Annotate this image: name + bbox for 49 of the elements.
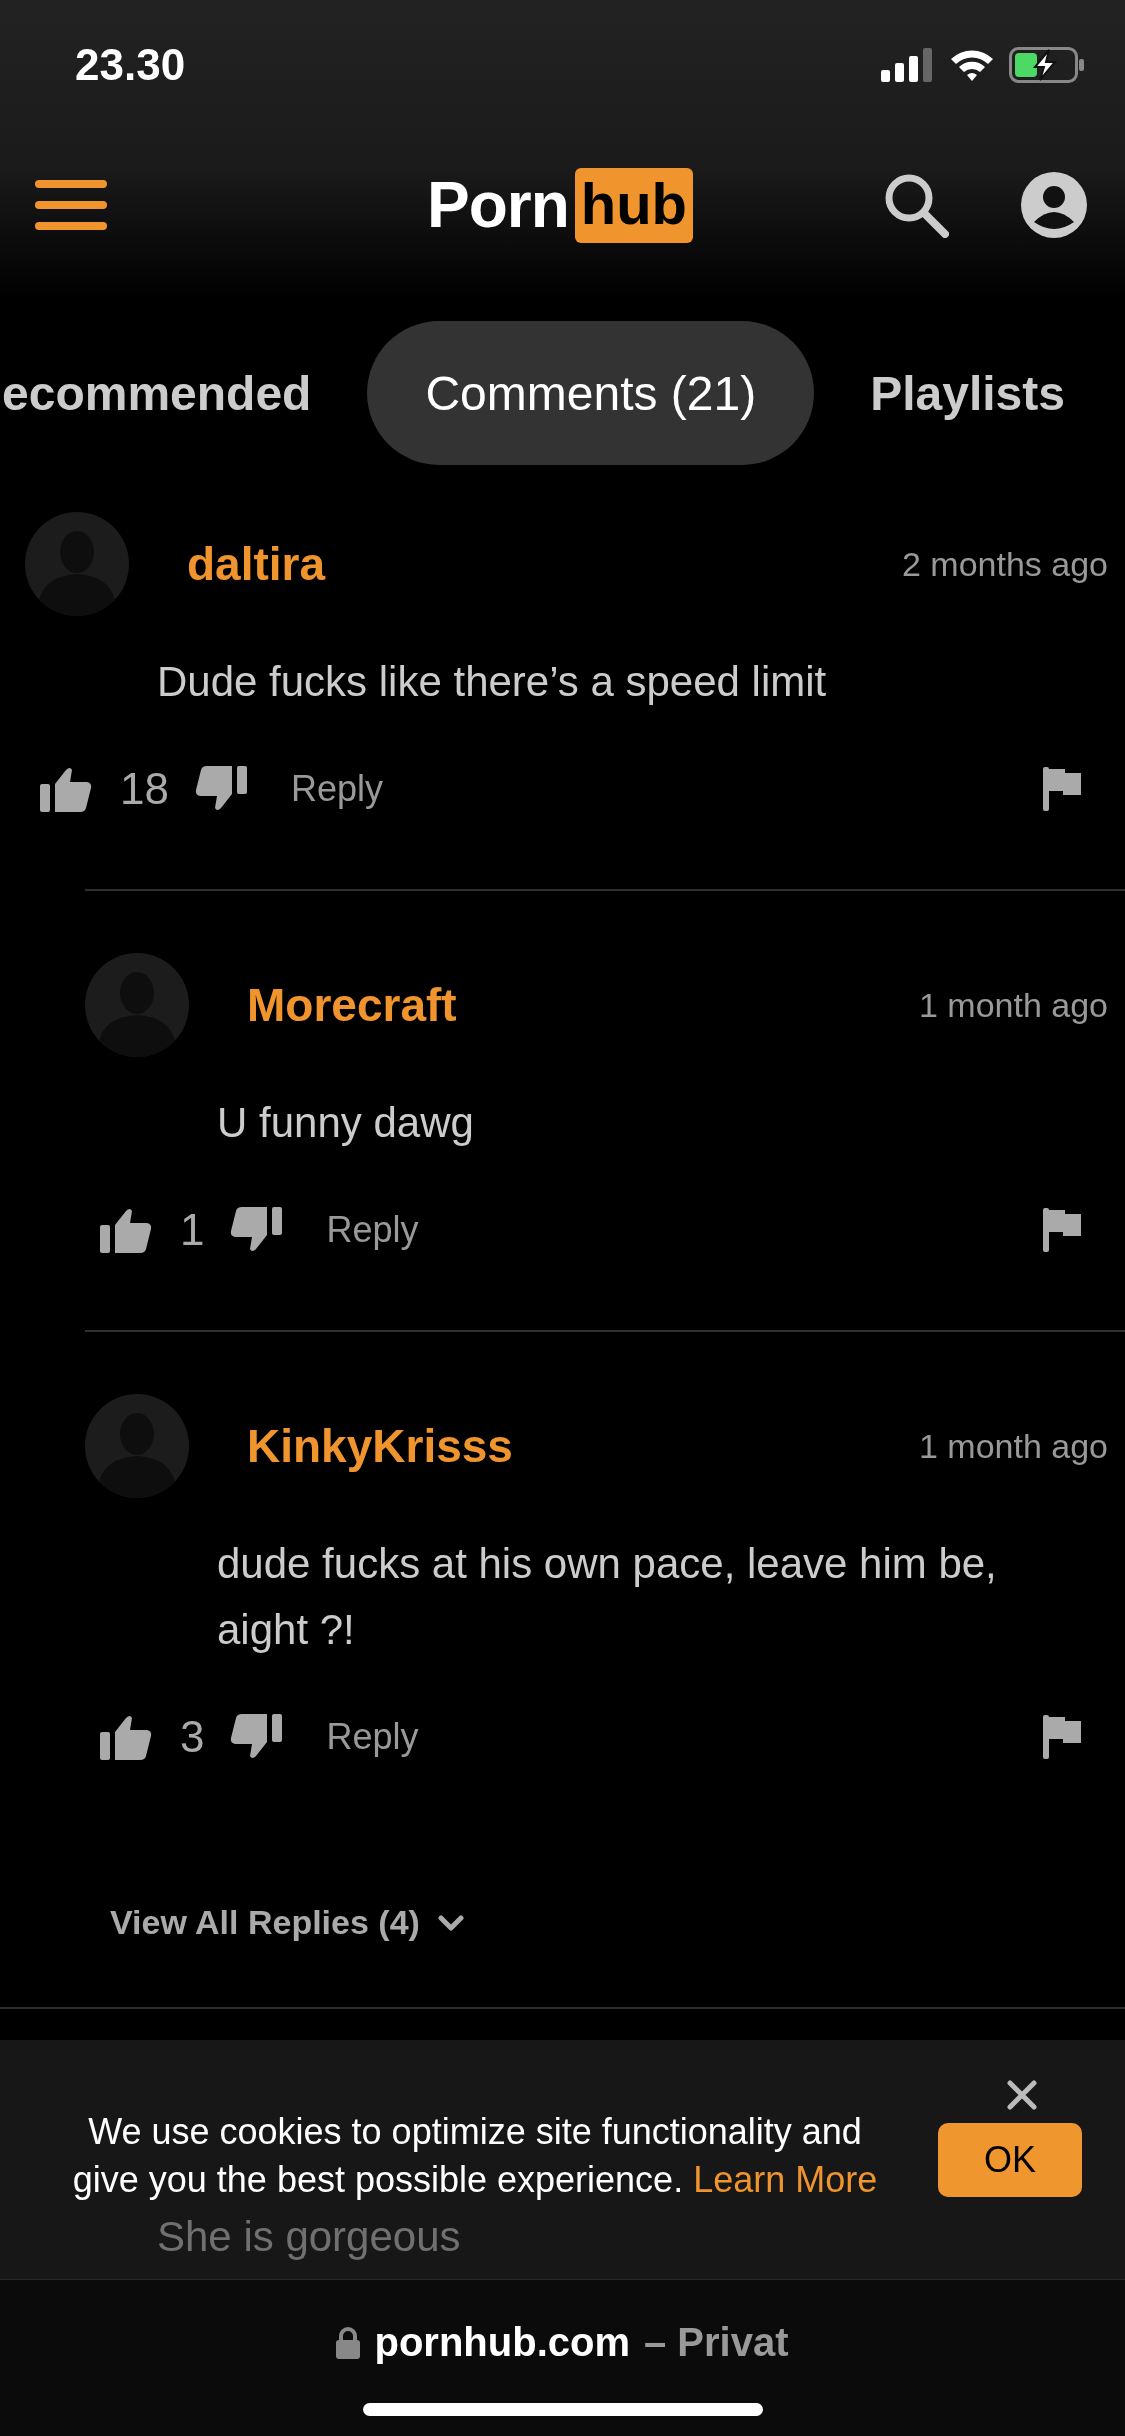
comment-author[interactable]: daltira xyxy=(187,537,902,591)
account-icon[interactable] xyxy=(1021,172,1087,238)
flag-icon[interactable] xyxy=(1043,1715,1083,1759)
ok-button[interactable]: OK xyxy=(938,2123,1082,2197)
status-time: 23.30 xyxy=(75,40,186,90)
thumbs-down-icon[interactable] xyxy=(230,1714,283,1760)
private-label: – Privat xyxy=(644,2320,789,2365)
search-icon[interactable] xyxy=(883,172,949,238)
thumbs-up-icon[interactable] xyxy=(100,1714,152,1760)
url-domain[interactable]: pornhub.com xyxy=(374,2320,630,2365)
reply-button[interactable]: Reply xyxy=(290,768,383,810)
learn-more-link[interactable]: Learn More xyxy=(693,2159,878,2200)
tab[interactable]: Comments (21) xyxy=(367,321,815,465)
thumbs-up-icon[interactable] xyxy=(100,1207,152,1253)
avatar-icon xyxy=(85,1394,189,1498)
comment-author[interactable]: Morecraft xyxy=(247,978,919,1032)
avatar-icon xyxy=(25,512,129,616)
comment-author[interactable]: KinkyKrisss xyxy=(247,1419,919,1473)
like-count: 3 xyxy=(180,1712,205,1762)
lock-icon xyxy=(336,2326,361,2359)
tab[interactable]: ecommended xyxy=(0,321,368,465)
wifi-icon xyxy=(949,48,995,82)
tab[interactable]: Playlists xyxy=(814,321,1121,465)
reply-button[interactable]: Reply xyxy=(326,1716,419,1758)
comment-time: 1 month ago xyxy=(918,1426,1108,1466)
comment-text: U funny dawg xyxy=(216,1098,475,1148)
menu-icon[interactable] xyxy=(35,180,107,230)
flag-icon[interactable] xyxy=(1043,1208,1083,1252)
reply-button[interactable]: Reply xyxy=(326,1209,419,1251)
comment-text: Dude fucks like there’s a speed limit xyxy=(156,657,828,707)
comment-time: 1 month ago xyxy=(918,985,1108,1025)
thumbs-down-icon[interactable] xyxy=(194,766,247,812)
like-count: 1 xyxy=(180,1205,205,1255)
logo-text: Porn xyxy=(426,168,569,242)
comment-text: dude fucks at his own pace, leave him be, aight ?! xyxy=(216,1539,998,1655)
battery-icon xyxy=(1009,47,1085,83)
avatar-icon xyxy=(85,953,189,1057)
flag-icon[interactable] xyxy=(1043,767,1083,811)
cookie-message: We use cookies to optimize site functionality and give you the best possible experience. Learn More xyxy=(71,2110,879,2202)
signal-icon xyxy=(881,48,935,82)
like-count: 18 xyxy=(120,764,169,814)
comment-time: 2 months ago xyxy=(901,544,1108,584)
thumbs-up-icon[interactable] xyxy=(40,766,92,812)
chevron-down-icon xyxy=(437,1914,464,1931)
thumbs-down-icon[interactable] xyxy=(230,1207,283,1253)
close-icon[interactable] xyxy=(1007,2080,1037,2110)
view-all-replies-button[interactable]: View All Replies (4) xyxy=(110,1903,464,1942)
comment-text: She is gorgeous xyxy=(156,2212,462,2262)
logo-badge: hub xyxy=(574,167,694,243)
